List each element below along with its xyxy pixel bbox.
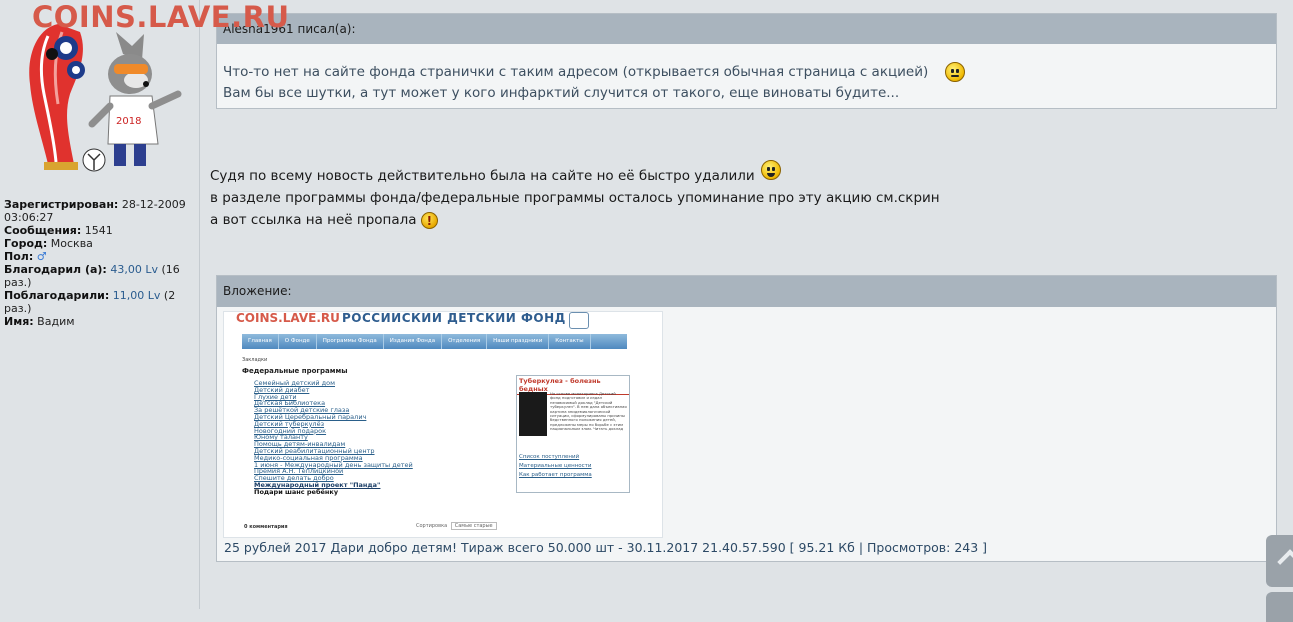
thumb-sidebox-links: Список поступлений Материальные ценности… (519, 453, 592, 480)
laughing-smiley-icon (760, 160, 781, 180)
thumb-nav-item: Главная (242, 334, 279, 349)
thumb-sort: Сортировка Самые старые (416, 522, 497, 530)
post-line: Судя по всему новость действительно была… (210, 160, 940, 187)
post-line: а вот ссылка на неё пропала ! (210, 209, 940, 231)
thumb-nav-item: Программы Фонда (317, 334, 384, 349)
user-profile-info: Зарегистрирован: 28-12-2009 03:06:27 Соо… (4, 198, 194, 328)
thumb-nav: Главная О Фонде Программы Фонда Издания … (242, 334, 627, 349)
profile-messages: Сообщения: 1541 (4, 224, 113, 237)
thumb-nav-item: Отделения (442, 334, 488, 349)
attachment-block: Вложение: COINS.LAVE.RU РОССИЙСКИЙ ДЕТСК… (216, 275, 1277, 562)
profile-registered: Зарегистрирован: 28-12-2009 03:06:27 (4, 198, 186, 224)
quote-line: Вам бы все шутки, а тут может у кого инф… (223, 85, 900, 101)
attachment-header: Вложение: (217, 276, 1276, 307)
thumb-sort-value: Самые старые (450, 522, 497, 530)
thumb-nav-item: Издания Фонда (384, 334, 443, 349)
quote-body: Что-то нет на сайте фонда странички с та… (217, 44, 1276, 104)
thumb-heading: Федеральные программы (242, 367, 348, 375)
thanked-by-link[interactable]: 11,00 Lv (113, 289, 161, 302)
thumb-comments-count: 0 комментария (244, 524, 288, 530)
thumb-sort-label: Сортировка (416, 523, 448, 529)
thumb-nav-item: О Фонде (279, 334, 317, 349)
user-avatar: 2018 (29, 24, 182, 172)
quote-line: Что-то нет на сайте фонда странички с та… (223, 62, 1276, 83)
thumb-sidebox-link: Список поступлений (519, 454, 580, 460)
thumb-program-list: Семейный детский дом Детский диабет Глух… (254, 380, 413, 496)
thumb-logo-icon (569, 312, 589, 329)
thumb-nav-item: Наши праздники (487, 334, 550, 349)
thumb-sidebox: Туберкулез - болезнь бедных На основе мо… (516, 375, 630, 493)
thumb-sidebox-image (519, 392, 547, 436)
post-content: Alesha1961 писал(а): Что-то нет на сайте… (210, 0, 1280, 609)
quote-author: Alesha1961 писал(а): (217, 14, 1276, 44)
user-sidebar: COINS.LAVE.RU 2018 Зарегистрирован: 28-1… (0, 0, 289, 609)
male-icon: ♂ (36, 250, 47, 263)
profile-name: Имя: Вадим (4, 315, 75, 328)
svg-text:2018: 2018 (116, 116, 141, 127)
exclamation-smiley-icon: ! (420, 211, 438, 229)
post-line: в разделе программы фонда/федеральные пр… (210, 190, 940, 206)
thumb-watermark: COINS.LAVE.RU (236, 311, 340, 325)
thumb-site-title: РОССИЙСКИЙ ДЕТСКИЙ ФОНД (342, 311, 566, 325)
thumb-bookmark: Закладки (242, 357, 268, 363)
smiley-icon (944, 62, 965, 82)
thumb-nav-item: Контакты (549, 334, 591, 349)
thumb-sidebox-link: Материальные ценности (519, 463, 592, 469)
profile-city: Город: Москва (4, 237, 93, 250)
quote-block: Alesha1961 писал(а): Что-то нет на сайте… (216, 13, 1277, 109)
thumb-sidebox-text: На основе мониторинга Детский фонд подго… (550, 391, 627, 432)
thumb-sidebox-link: Как работает программа (519, 472, 592, 478)
profile-thanked-by: Поблагодарили: 11,00 Lv (2 раз.) (4, 289, 176, 315)
scroll-up-icon[interactable] (1266, 535, 1293, 587)
profile-gender: Пол: ♂ (4, 250, 47, 263)
attachment-thumbnail[interactable]: COINS.LAVE.RU РОССИЙСКИЙ ДЕТСКИЙ ФОНД Гл… (223, 311, 663, 538)
thanked-link[interactable]: 43,00 Lv (110, 263, 158, 276)
site-watermark: COINS.LAVE.RU (32, 0, 290, 34)
thumb-list-item: Подари шанс ребёнку (254, 487, 339, 496)
attachment-caption: 25 рублей 2017 Дари добро детям! Тираж в… (224, 540, 988, 555)
scroll-down-button[interactable] (1266, 592, 1293, 622)
profile-thanked: Благодарил (а): 43,00 Lv (16 раз.) (4, 263, 180, 289)
post-text: Судя по всему новость действительно была… (210, 160, 940, 231)
